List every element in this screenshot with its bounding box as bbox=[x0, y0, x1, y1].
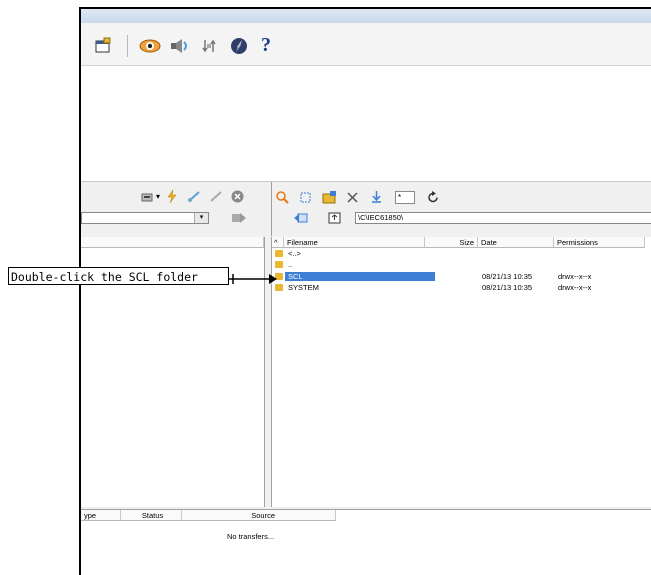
search-icon[interactable] bbox=[276, 191, 289, 204]
filter-input[interactable]: * bbox=[395, 191, 415, 204]
console-area bbox=[81, 66, 651, 182]
speaker-icon[interactable] bbox=[169, 37, 191, 55]
local-path-input[interactable] bbox=[81, 212, 209, 224]
column-source[interactable]: Source bbox=[182, 510, 336, 521]
lightning-icon[interactable] bbox=[166, 190, 178, 203]
callout-arrow bbox=[229, 274, 277, 284]
file-date: 08/21/13 10:35 bbox=[482, 283, 533, 292]
transfer-icon[interactable] bbox=[201, 37, 219, 55]
list-item-up[interactable]: .. bbox=[272, 260, 651, 269]
app-window: ? ▾ ▾ * \C\IEC61850\ ^ Filename Size Dat… bbox=[79, 7, 651, 575]
local-list-header bbox=[81, 237, 264, 248]
file-permissions: drwx--x--x bbox=[558, 283, 592, 292]
filename: <..> bbox=[288, 249, 301, 258]
list-item-system[interactable]: SYSTEM 08/21/13 10:35 drwx--x--x bbox=[272, 283, 651, 292]
transfers-panel: ype Status Source No transfers... bbox=[81, 509, 651, 575]
main-toolbar: ? bbox=[81, 23, 651, 66]
filename: SCL bbox=[288, 272, 303, 281]
filename: SYSTEM bbox=[288, 283, 319, 292]
help-icon[interactable]: ? bbox=[261, 34, 271, 57]
local-path-dropdown-button[interactable]: ▾ bbox=[194, 213, 208, 223]
file-date: 08/21/13 10:35 bbox=[482, 272, 533, 281]
stop-icon[interactable] bbox=[231, 190, 244, 203]
list-item-scl[interactable]: SCL 08/21/13 10:35 drwx--x--x bbox=[272, 272, 651, 281]
title-bar bbox=[81, 9, 651, 23]
drive-icon[interactable] bbox=[141, 191, 155, 203]
download-icon[interactable] bbox=[370, 190, 383, 204]
sort-indicator[interactable]: ^ bbox=[272, 237, 284, 248]
connect-icon[interactable] bbox=[187, 190, 201, 203]
select-icon[interactable] bbox=[299, 191, 312, 204]
refresh-icon[interactable] bbox=[427, 191, 439, 204]
filename: .. bbox=[288, 260, 293, 269]
column-filename[interactable]: Filename bbox=[284, 237, 425, 248]
file-permissions: drwx--x--x bbox=[558, 272, 592, 281]
back-icon[interactable] bbox=[293, 212, 308, 224]
new-folder-icon[interactable] bbox=[322, 190, 337, 204]
empty-transfers-text: No transfers... bbox=[227, 532, 275, 541]
compass-icon[interactable] bbox=[230, 37, 248, 55]
column-status[interactable]: Status bbox=[121, 510, 182, 521]
folder-icon bbox=[275, 250, 283, 257]
go-icon[interactable] bbox=[231, 212, 247, 224]
remote-pane-toolbar: * \C\IEC61850\ bbox=[271, 182, 651, 236]
folder-icon bbox=[275, 261, 283, 268]
local-pane-toolbar: ▾ ▾ bbox=[81, 182, 264, 236]
remote-path-input[interactable]: \C\IEC61850\ bbox=[355, 212, 651, 224]
disconnect-icon[interactable] bbox=[209, 190, 223, 203]
drive-dropdown-icon[interactable]: ▾ bbox=[156, 192, 160, 201]
list-item-parent[interactable]: <..> bbox=[272, 249, 651, 258]
column-size[interactable]: Size bbox=[425, 237, 478, 248]
instruction-callout: Double-click the SCL folder bbox=[8, 267, 229, 285]
toolbar-separator bbox=[127, 35, 128, 57]
selection-highlight bbox=[285, 272, 435, 281]
remote-file-list: ^ Filename Size Date Permissions <..> ..… bbox=[271, 237, 651, 507]
delete-icon[interactable] bbox=[346, 191, 359, 204]
eye-icon[interactable] bbox=[139, 37, 161, 55]
column-date[interactable]: Date bbox=[478, 237, 554, 248]
column-type[interactable]: ype bbox=[81, 510, 121, 521]
parent-folder-icon[interactable] bbox=[328, 212, 341, 224]
terminal-icon[interactable] bbox=[94, 37, 112, 55]
column-permissions[interactable]: Permissions bbox=[554, 237, 645, 248]
